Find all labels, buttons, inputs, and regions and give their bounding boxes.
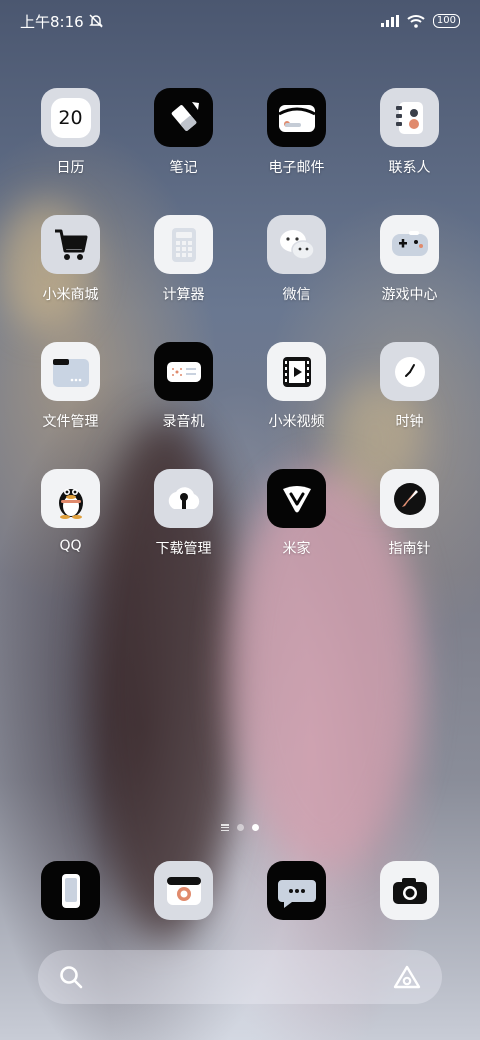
download-icon <box>154 469 213 528</box>
page-dot-active[interactable] <box>252 824 259 831</box>
notes-icon <box>154 88 213 147</box>
app-grid: 20 日历 笔记 电子邮件 联系人 小米商城 计算器 微信 游戏中心 文件管理 … <box>14 88 466 558</box>
app-label: 时钟 <box>395 414 424 430</box>
mijia-icon <box>267 469 326 528</box>
app-email[interactable]: 电子邮件 <box>240 88 353 177</box>
app-label: 笔记 <box>169 160 198 176</box>
page-indicator-list-icon[interactable] <box>221 824 229 831</box>
gamepad-icon <box>380 215 439 274</box>
app-calendar[interactable]: 20 日历 <box>14 88 127 177</box>
search-bar[interactable] <box>38 950 442 1004</box>
app-label: QQ <box>59 538 82 554</box>
app-label: 指南针 <box>388 541 431 557</box>
app-contacts[interactable]: 联系人 <box>353 88 466 177</box>
status-bar: 上午8:16 100 <box>20 10 460 32</box>
page-indicator[interactable] <box>0 824 480 831</box>
app-label: 游戏中心 <box>381 287 438 303</box>
app-label: 电子邮件 <box>268 160 325 176</box>
app-download-manager[interactable]: 下载管理 <box>127 469 240 558</box>
calendar-icon: 20 <box>41 88 100 147</box>
app-label: 小米视频 <box>268 414 325 430</box>
app-label: 日历 <box>56 160 85 176</box>
clock-icon <box>380 342 439 401</box>
wifi-icon <box>407 15 425 28</box>
wechat-icon <box>267 215 326 274</box>
app-label: 米家 <box>282 541 311 557</box>
app-label: 小米商城 <box>42 287 99 303</box>
app-compass[interactable]: 指南针 <box>353 469 466 558</box>
compass-icon <box>380 469 439 528</box>
app-label: 文件管理 <box>42 414 99 430</box>
app-notes[interactable]: 笔记 <box>127 88 240 177</box>
app-label: 计算器 <box>162 287 205 303</box>
app-recorder[interactable]: 录音机 <box>127 342 240 431</box>
contacts-icon <box>380 88 439 147</box>
dock <box>14 861 466 920</box>
app-label: 微信 <box>282 287 311 303</box>
ai-assistant-icon[interactable] <box>392 964 422 990</box>
shopping-cart-icon <box>41 215 100 274</box>
folder-icon <box>41 342 100 401</box>
app-qq[interactable]: QQ <box>14 469 127 558</box>
signal-icon <box>380 15 399 27</box>
calculator-icon <box>154 215 213 274</box>
app-calculator[interactable]: 计算器 <box>127 215 240 304</box>
phone-icon <box>41 861 100 920</box>
qq-penguin-icon <box>41 469 100 528</box>
notification-off-icon <box>88 14 103 28</box>
app-game-center[interactable]: 游戏中心 <box>353 215 466 304</box>
app-label: 录音机 <box>162 414 205 430</box>
app-mi-store[interactable]: 小米商城 <box>14 215 127 304</box>
clock-time: 上午8:16 <box>20 12 84 31</box>
video-icon <box>267 342 326 401</box>
app-file-manager[interactable]: 文件管理 <box>14 342 127 431</box>
battery-indicator: 100 <box>432 14 460 28</box>
email-icon <box>267 88 326 147</box>
dock-phone[interactable] <box>14 861 127 920</box>
dock-messages[interactable] <box>240 861 353 920</box>
camera-icon <box>380 861 439 920</box>
calendar-date: 20 <box>50 97 91 138</box>
dock-gallery[interactable] <box>127 861 240 920</box>
message-icon <box>267 861 326 920</box>
app-mi-video[interactable]: 小米视频 <box>240 342 353 431</box>
app-label: 联系人 <box>388 160 431 176</box>
search-icon[interactable] <box>58 964 84 990</box>
app-label: 下载管理 <box>155 541 212 557</box>
app-mijia[interactable]: 米家 <box>240 469 353 558</box>
dock-camera[interactable] <box>353 861 466 920</box>
app-clock[interactable]: 时钟 <box>353 342 466 431</box>
page-dot[interactable] <box>237 824 244 831</box>
app-wechat[interactable]: 微信 <box>240 215 353 304</box>
recorder-icon <box>154 342 213 401</box>
gallery-icon <box>154 861 213 920</box>
